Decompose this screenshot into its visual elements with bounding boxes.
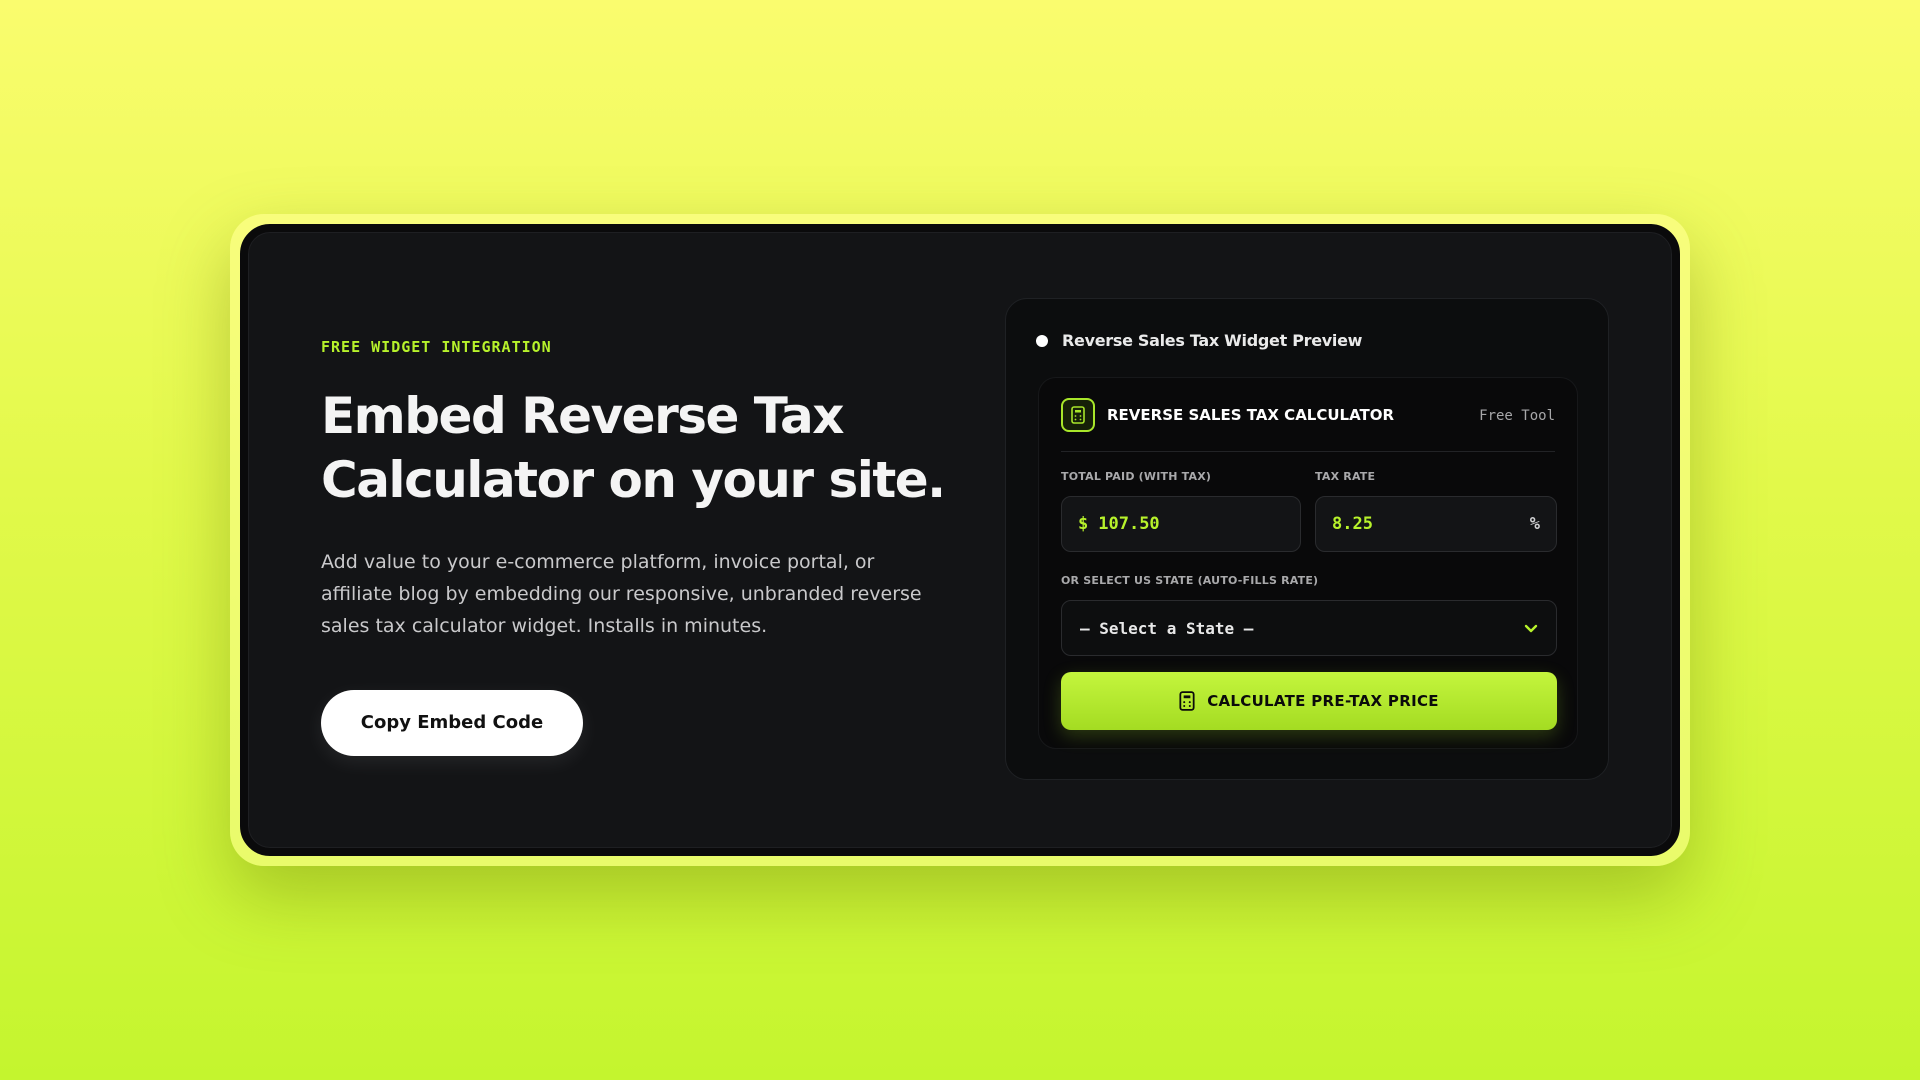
headline-line-2: Calculator on your site. <box>321 451 946 509</box>
headline-line-1: Embed Reverse Tax <box>321 387 844 445</box>
preview-header: Reverse Sales Tax Widget Preview <box>1036 331 1362 350</box>
status-dot-icon <box>1036 334 1048 347</box>
state-select-value: — Select a State — <box>1080 618 1254 638</box>
preview-title: Reverse Sales Tax Widget Preview <box>1062 331 1363 350</box>
eyebrow-label: FREE WIDGET INTEGRATION <box>321 338 552 356</box>
calculate-button-label: CALCULATE PRE-TAX PRICE <box>1207 692 1439 710</box>
widget-title: REVERSE SALES TAX CALCULATOR <box>1107 406 1395 424</box>
tax-rate-input[interactable]: 8.25 % <box>1315 496 1557 552</box>
currency-symbol: $ <box>1078 514 1089 534</box>
tax-rate-value: 8.25 <box>1332 514 1373 534</box>
calculator-widget: REVERSE SALES TAX CALCULATOR Free Tool T… <box>1038 377 1578 749</box>
chevron-down-icon <box>1524 619 1538 638</box>
tax-rate-label: TAX RATE <box>1315 470 1376 483</box>
state-select[interactable]: — Select a State — <box>1061 600 1557 656</box>
embed-card: FREE WIDGET INTEGRATION Embed Reverse Ta… <box>240 224 1680 856</box>
total-paid-input[interactable]: $ 107.50 <box>1061 496 1301 552</box>
state-select-label: OR SELECT US STATE (AUTO-FILLS RATE) <box>1061 574 1319 587</box>
description: Add value to your e-commerce platform, i… <box>321 551 922 637</box>
embed-intro: FREE WIDGET INTEGRATION Embed Reverse Ta… <box>321 338 961 756</box>
copy-embed-code-button[interactable]: Copy Embed Code <box>321 690 583 756</box>
total-paid-label: TOTAL PAID (WITH TAX) <box>1061 470 1212 483</box>
page-title: Embed Reverse Tax Calculator on your sit… <box>321 384 961 512</box>
free-tool-badge: Free Tool <box>1479 408 1555 424</box>
calculator-icon <box>1179 691 1195 711</box>
total-paid-value: 107.50 <box>1098 514 1160 534</box>
widget-preview-panel: Reverse Sales Tax Widget Preview REVERSE… <box>1005 298 1609 780</box>
widget-header: REVERSE SALES TAX CALCULATOR Free Tool <box>1061 398 1555 452</box>
calculator-icon <box>1061 398 1095 432</box>
calculate-pre-tax-price-button[interactable]: CALCULATE PRE-TAX PRICE <box>1061 672 1557 730</box>
percent-symbol: % <box>1529 514 1540 534</box>
